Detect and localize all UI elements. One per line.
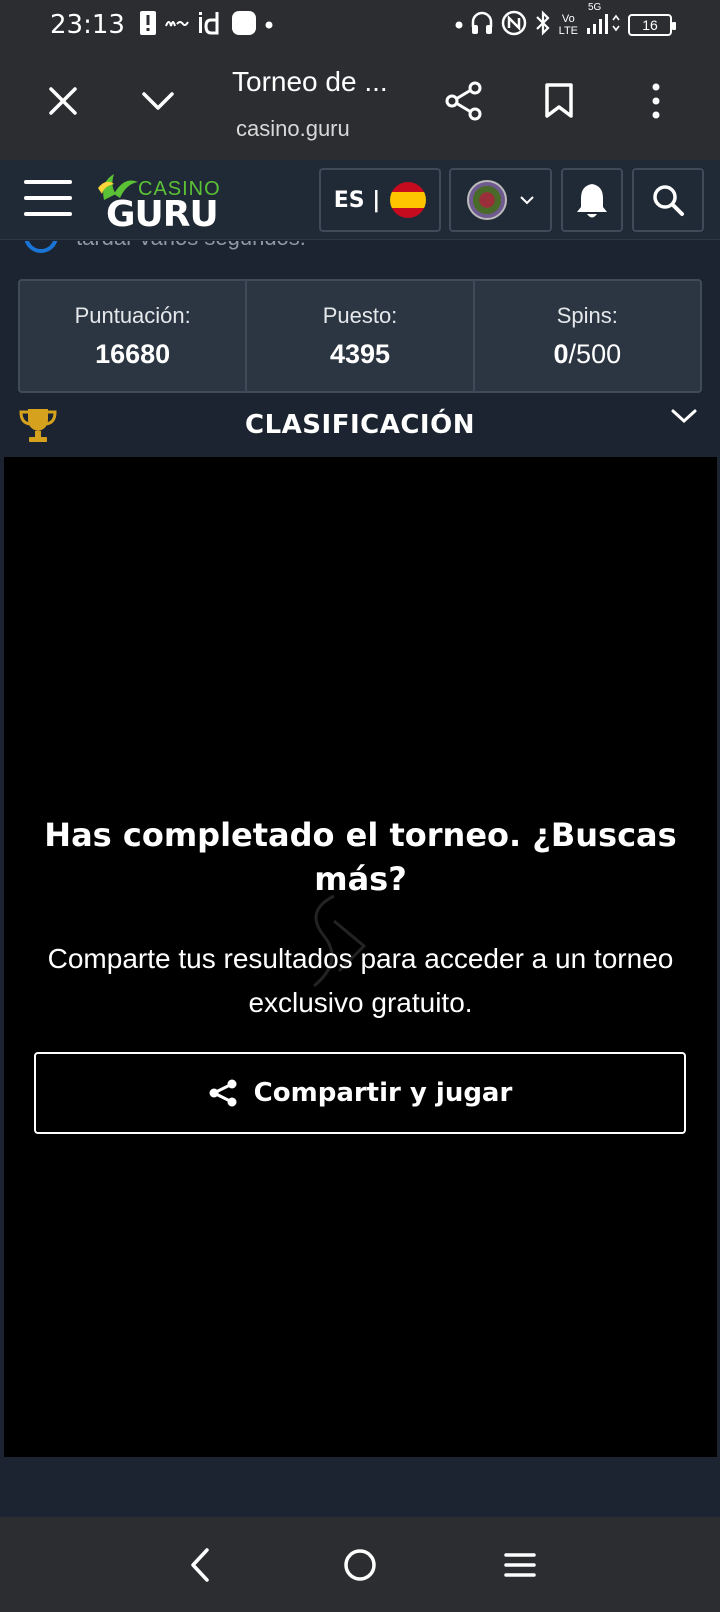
nfc-icon [501,10,527,41]
battery-icon: 16 [628,14,676,36]
stat-value: 4395 [247,339,472,370]
avatar [466,180,507,220]
rank-value: 4395 [329,339,391,369]
spain-flag-icon [390,182,427,218]
app-icon [231,10,257,41]
stat-spins: Spins: 0/500 [475,281,700,391]
spins-total-value: /500 [568,339,622,369]
share-page-button[interactable] [434,71,494,131]
recents-icon [504,1552,536,1577]
page-url[interactable]: casino.guru [236,116,350,142]
dot-icon [265,16,273,34]
menu-button[interactable] [24,180,72,216]
dot-icon [455,16,463,34]
stat-label: Puesto: [322,303,398,328]
alert-icon [139,10,157,41]
share-button-label: Compartir y jugar [253,1078,513,1108]
bookmark-button[interactable] [529,71,589,131]
id-icon [197,11,223,40]
language-label: ES | [333,187,381,213]
close-icon [49,87,77,115]
menu-icon-bar [24,180,72,184]
back-button[interactable] [170,1535,230,1595]
tournament-content: tardar varios segundos. Puntuación: 1668… [0,241,720,1517]
recents-button[interactable] [490,1535,550,1595]
close-tab-button[interactable] [33,71,93,131]
share-icon [209,1079,237,1107]
browser-toolbar: Torneo de ... casino.guru [0,50,720,160]
stat-score: Puntuación: 16680 [20,281,248,391]
chevron-down-icon [519,196,534,205]
score-value: 16680 [95,339,171,369]
signal-icon: 5G [586,2,620,41]
back-icon [191,1547,209,1582]
tournament-complete-subtitle: Comparte tus resultados para acceder a u… [47,943,674,1018]
leaderboard-title: CLASIFICACIÓN [245,410,475,440]
minimize-tab-button[interactable] [128,71,188,131]
status-left-icons [139,10,273,41]
search-button[interactable] [632,168,704,232]
site-header: CASINO GURU ES | [0,160,720,240]
casino-guru-logo[interactable]: CASINO GURU [98,170,228,235]
stat-value: 16680 [20,339,245,370]
volte-indicator: Vo LTE [559,13,578,37]
share-icon [445,81,482,121]
menu-icon-bar [24,196,72,200]
stat-label: Spins: [556,303,618,328]
user-menu-button[interactable] [449,168,552,232]
menu-icon-bar [24,212,72,216]
system-navigation-bar [0,1517,720,1612]
status-bar: 23:13 Vo LTE 5G 16 [0,0,720,50]
home-button[interactable] [330,1535,390,1595]
share-and-play-button[interactable]: Compartir y jugar [34,1052,686,1134]
chevron-down-icon [142,92,174,110]
network-gen-label: 5G [588,1,602,13]
tournament-complete-title: Has completado el torneo. ¿Buscas más? [44,816,677,898]
next-section-peek [0,1457,720,1517]
notifications-button[interactable] [561,168,623,232]
more-options-button[interactable] [626,71,686,131]
home-icon [344,1548,376,1581]
page-title: Torneo de ... [232,66,388,97]
language-selector[interactable]: ES | [319,168,441,232]
spins-used-value: 0 [553,339,569,369]
bluetooth-icon [535,9,551,41]
trophy-icon [19,409,57,442]
stat-value: 0/500 [475,339,700,370]
leaderboard-toggle[interactable]: CLASIFICACIÓN [0,393,720,457]
more-vert-icon [652,83,660,119]
volte-top: Vo [561,13,575,25]
info-icon [24,241,58,253]
chevron-down-icon [671,409,697,424]
battery-level: 16 [642,17,658,33]
moyo-icon [165,16,189,35]
status-time: 23:13 [50,10,125,40]
logo-guru-text: GURU [106,194,219,235]
game-area: Has completado el torneo. ¿Buscas más? C… [4,457,717,1457]
headphones-icon [471,11,493,40]
stat-label: Puntuación: [74,303,191,328]
search-icon [653,185,684,216]
volte-bottom: LTE [558,25,578,37]
stat-rank: Puesto: 4395 [247,281,475,391]
bookmark-icon [545,83,573,118]
tournament-stats: Puntuación: 16680 Puesto: 4395 Spins: 0/… [18,279,702,393]
bell-icon [577,184,607,218]
loading-info-text: tardar varios segundos. [76,241,306,251]
status-right-icons: Vo LTE 5G 16 [455,2,676,41]
